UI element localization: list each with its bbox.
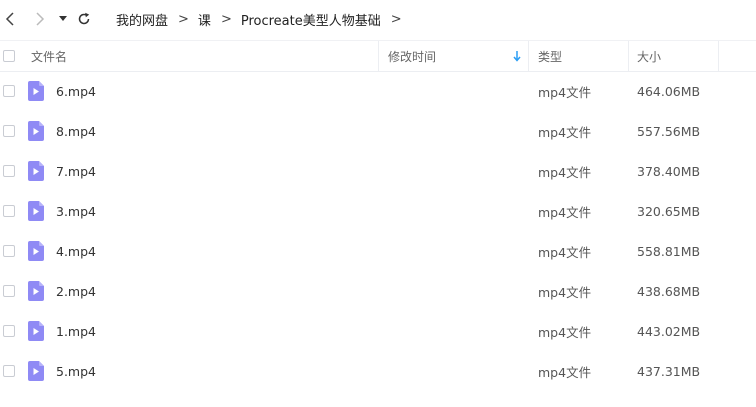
column-divider[interactable] xyxy=(718,41,719,71)
file-type: mp4文件 xyxy=(538,84,592,100)
file-size: 438.68MB xyxy=(637,283,701,299)
breadcrumb-separator: > xyxy=(390,12,402,27)
column-divider[interactable] xyxy=(528,41,529,71)
caret-down-icon xyxy=(59,16,67,21)
breadcrumb-separator: > xyxy=(178,12,189,27)
file-name[interactable]: 4.mp4 xyxy=(56,231,96,271)
row-checkbox[interactable] xyxy=(3,205,15,217)
back-button[interactable] xyxy=(0,9,20,29)
table-row[interactable]: 5.mp4 mp4文件 437.31MB xyxy=(0,351,756,391)
file-size: 557.56MB xyxy=(637,123,701,139)
column-header-modified[interactable]: 修改时间 xyxy=(388,41,436,71)
video-file-icon xyxy=(28,81,44,101)
file-type: mp4文件 xyxy=(538,244,592,260)
forward-button[interactable] xyxy=(30,9,50,29)
history-dropdown-button[interactable] xyxy=(56,9,70,29)
row-checkbox[interactable] xyxy=(3,365,15,377)
file-type: mp4文件 xyxy=(538,164,592,180)
file-name[interactable]: 8.mp4 xyxy=(56,111,96,151)
toolbar: 我的网盘 > 课 > Procreate美型人物基础 > xyxy=(0,0,756,38)
column-header-size[interactable]: 大小 xyxy=(637,41,661,71)
file-name[interactable]: 6.mp4 xyxy=(56,71,96,111)
video-file-icon xyxy=(28,241,44,261)
breadcrumb: 我的网盘 > 课 > Procreate美型人物基础 > xyxy=(116,10,411,29)
video-file-icon xyxy=(28,201,44,221)
breadcrumb-item-current[interactable]: Procreate美型人物基础 xyxy=(241,10,381,29)
file-type: mp4文件 xyxy=(538,204,592,220)
breadcrumb-separator: > xyxy=(220,12,232,27)
refresh-icon xyxy=(78,12,90,25)
select-all-checkbox[interactable] xyxy=(3,50,15,62)
row-checkbox[interactable] xyxy=(3,125,15,137)
sort-down-arrow-icon[interactable] xyxy=(512,49,522,63)
table-row[interactable]: 2.mp4 mp4文件 438.68MB xyxy=(0,271,756,311)
file-name[interactable]: 1.mp4 xyxy=(56,311,96,351)
breadcrumb-item-course[interactable]: 课 xyxy=(198,10,211,29)
file-size: 464.06MB xyxy=(637,83,701,99)
row-checkbox[interactable] xyxy=(3,85,15,97)
video-file-icon xyxy=(28,161,44,181)
table-row[interactable]: 6.mp4 mp4文件 464.06MB xyxy=(0,71,756,111)
table-row[interactable]: 3.mp4 mp4文件 320.65MB xyxy=(0,191,756,231)
file-type: mp4文件 xyxy=(538,364,592,380)
column-header-name[interactable]: 文件名 xyxy=(31,41,67,71)
row-checkbox[interactable] xyxy=(3,165,15,177)
table-row[interactable]: 4.mp4 mp4文件 558.81MB xyxy=(0,231,756,271)
refresh-button[interactable] xyxy=(74,9,94,29)
file-name[interactable]: 3.mp4 xyxy=(56,191,96,231)
video-file-icon xyxy=(28,361,44,381)
table-row[interactable]: 1.mp4 mp4文件 443.02MB xyxy=(0,311,756,351)
file-name[interactable]: 7.mp4 xyxy=(56,151,96,191)
video-file-icon xyxy=(28,121,44,141)
column-divider[interactable] xyxy=(378,41,379,71)
row-checkbox[interactable] xyxy=(3,245,15,257)
table-row[interactable]: 7.mp4 mp4文件 378.40MB xyxy=(0,151,756,191)
file-size: 558.81MB xyxy=(637,243,701,259)
file-type: mp4文件 xyxy=(538,124,592,140)
file-size: 320.65MB xyxy=(637,203,701,219)
table-row[interactable]: 8.mp4 mp4文件 557.56MB xyxy=(0,111,756,151)
row-checkbox[interactable] xyxy=(3,325,15,337)
video-file-icon xyxy=(28,321,44,341)
file-size: 437.31MB xyxy=(637,363,701,379)
file-name[interactable]: 2.mp4 xyxy=(56,271,96,311)
table-header: 文件名 修改时间 类型 大小 xyxy=(0,40,756,72)
file-size: 378.40MB xyxy=(637,163,701,179)
chevron-left-icon xyxy=(5,12,14,26)
file-type: mp4文件 xyxy=(538,324,592,340)
chevron-right-icon xyxy=(36,12,45,26)
file-type: mp4文件 xyxy=(538,284,592,300)
column-divider[interactable] xyxy=(628,41,629,71)
file-name[interactable]: 5.mp4 xyxy=(56,351,96,391)
column-header-type[interactable]: 类型 xyxy=(538,41,562,71)
video-file-icon xyxy=(28,281,44,301)
breadcrumb-item-root[interactable]: 我的网盘 xyxy=(116,10,168,29)
file-size: 443.02MB xyxy=(637,323,701,339)
row-checkbox[interactable] xyxy=(3,285,15,297)
